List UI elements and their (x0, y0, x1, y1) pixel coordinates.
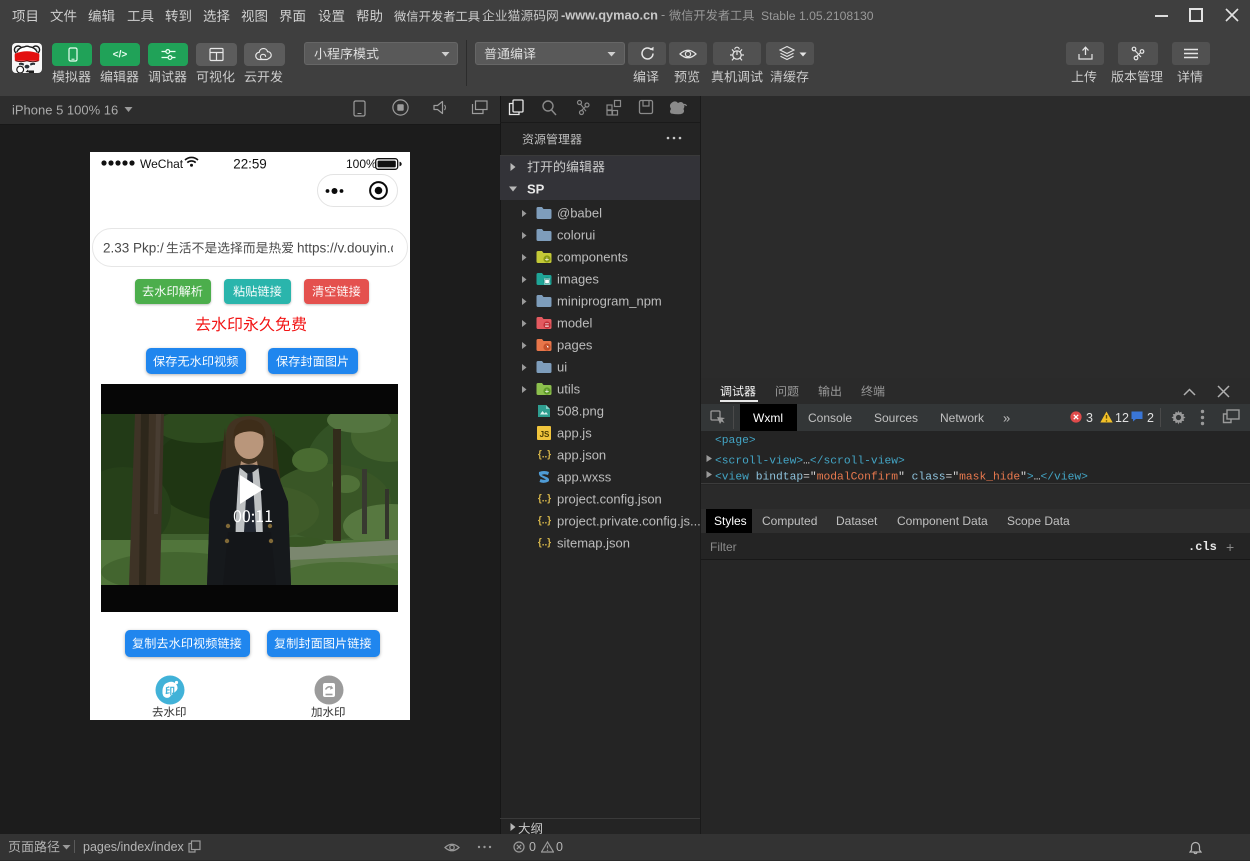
svg-text:2.33 Pkp:/: 2.33 Pkp:/ (103, 241, 164, 256)
svg-text:+: + (545, 255, 550, 264)
svg-text:≡: ≡ (545, 321, 550, 330)
svg-text:JS: JS (540, 430, 550, 439)
svg-text:▣: ▣ (543, 277, 550, 286)
svg-text:+: + (545, 387, 550, 396)
svg-text:https://v.douyin.c: https://v.douyin.c (297, 241, 393, 256)
svg-text:◔: ◔ (545, 343, 550, 352)
